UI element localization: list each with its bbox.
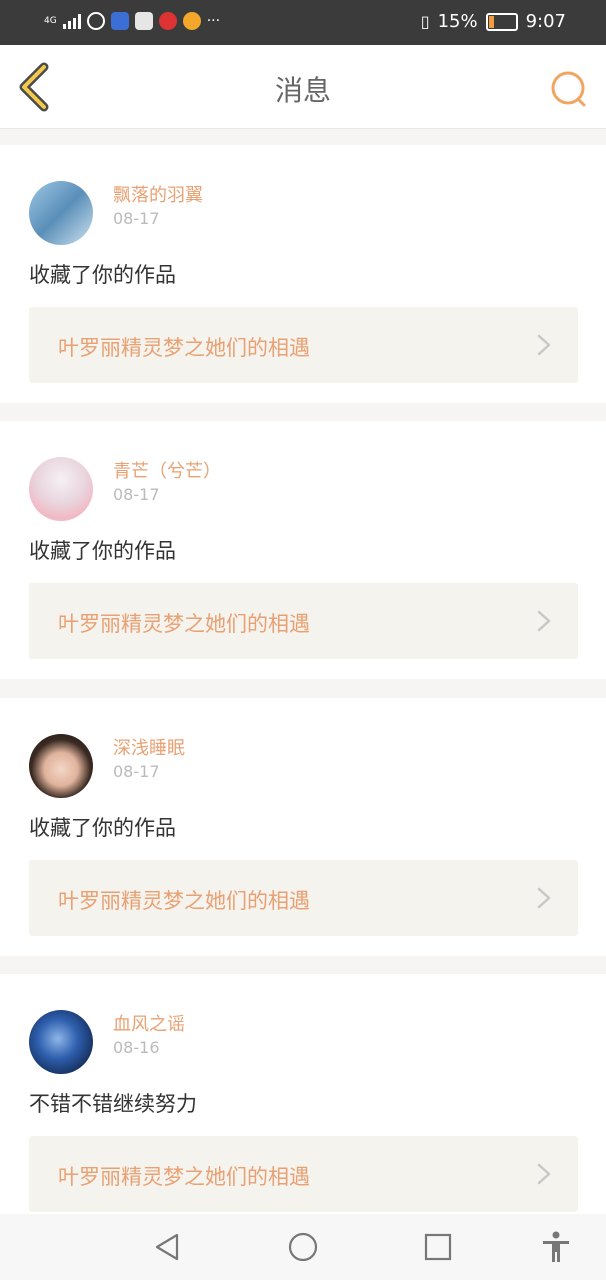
username[interactable]: 血风之谣 bbox=[113, 1010, 185, 1036]
work-link[interactable]: 叶罗丽精灵梦之她们的相遇 bbox=[29, 860, 578, 936]
avatar[interactable] bbox=[29, 457, 93, 521]
baidu-icon bbox=[110, 12, 129, 30]
avatar[interactable] bbox=[29, 1010, 93, 1074]
username[interactable]: 青芒（兮芒） bbox=[113, 457, 221, 483]
chevron-right-icon bbox=[537, 887, 551, 909]
overflow-icon: ··· bbox=[206, 13, 221, 29]
system-nav-bar bbox=[0, 1214, 606, 1280]
message-date: 08-17 bbox=[113, 209, 160, 228]
message-card[interactable]: 血风之谣 08-16 不错不错继续努力 叶罗丽精灵梦之她们的相遇 bbox=[0, 974, 606, 1232]
signal-icon bbox=[62, 13, 81, 29]
message-text: 收藏了你的作品 bbox=[29, 816, 176, 840]
message-card[interactable]: 青芒（兮芒） 08-17 收藏了你的作品 叶罗丽精灵梦之她们的相遇 bbox=[0, 421, 606, 679]
nav-recents-icon[interactable] bbox=[421, 1230, 455, 1264]
chevron-right-icon bbox=[537, 334, 551, 356]
netease-icon bbox=[158, 12, 177, 30]
work-link[interactable]: 叶罗丽精灵梦之她们的相遇 bbox=[29, 583, 578, 659]
message-card[interactable]: 深浅睡眠 08-17 收藏了你的作品 叶罗丽精灵梦之她们的相遇 bbox=[0, 698, 606, 956]
work-title: 叶罗丽精灵梦之她们的相遇 bbox=[58, 889, 310, 913]
battery-icon bbox=[485, 12, 518, 31]
k-app-icon bbox=[86, 12, 105, 30]
message-text: 收藏了你的作品 bbox=[29, 539, 176, 563]
message-date: 08-17 bbox=[113, 485, 160, 504]
work-title: 叶罗丽精灵梦之她们的相遇 bbox=[58, 612, 310, 636]
page-title: 消息 bbox=[274, 74, 331, 107]
work-link[interactable]: 叶罗丽精灵梦之她们的相遇 bbox=[29, 307, 578, 383]
clock: 9:07 bbox=[525, 11, 566, 32]
status-right: ▯ 15% 9:07 bbox=[421, 11, 566, 32]
avatar[interactable] bbox=[29, 734, 93, 798]
message-card[interactable]: 飘落的羽翼 08-17 收藏了你的作品 叶罗丽精灵梦之她们的相遇 bbox=[0, 145, 606, 403]
nav-home-icon[interactable] bbox=[286, 1230, 320, 1264]
message-date: 08-16 bbox=[113, 1038, 160, 1057]
username[interactable]: 飘落的羽翼 bbox=[113, 181, 203, 207]
accessibility-icon[interactable] bbox=[539, 1230, 573, 1264]
chevron-right-icon bbox=[537, 1163, 551, 1185]
message-text: 不错不错继续努力 bbox=[29, 1092, 197, 1116]
video-app-icon bbox=[134, 12, 153, 30]
chevron-right-icon bbox=[537, 610, 551, 632]
status-left: 4G ··· bbox=[44, 12, 220, 30]
nav-back-icon[interactable] bbox=[150, 1230, 184, 1264]
work-title: 叶罗丽精灵梦之她们的相遇 bbox=[58, 1165, 310, 1189]
message-date: 08-17 bbox=[113, 762, 160, 781]
vibrate-icon: ▯ bbox=[420, 12, 430, 31]
avatar[interactable] bbox=[29, 181, 93, 245]
network-label: 4G bbox=[44, 15, 57, 26]
search-icon[interactable] bbox=[548, 69, 588, 109]
work-title: 叶罗丽精灵梦之她们的相遇 bbox=[58, 336, 310, 360]
username[interactable]: 深浅睡眠 bbox=[113, 734, 185, 760]
battery-percent: 15% bbox=[437, 11, 478, 32]
message-text: 收藏了你的作品 bbox=[29, 263, 176, 287]
app-header: 消息 bbox=[0, 45, 606, 129]
weibo-icon bbox=[182, 12, 201, 30]
work-link[interactable]: 叶罗丽精灵梦之她们的相遇 bbox=[29, 1136, 578, 1212]
status-bar: 4G ··· ▯ 15% 9:07 bbox=[0, 0, 606, 45]
